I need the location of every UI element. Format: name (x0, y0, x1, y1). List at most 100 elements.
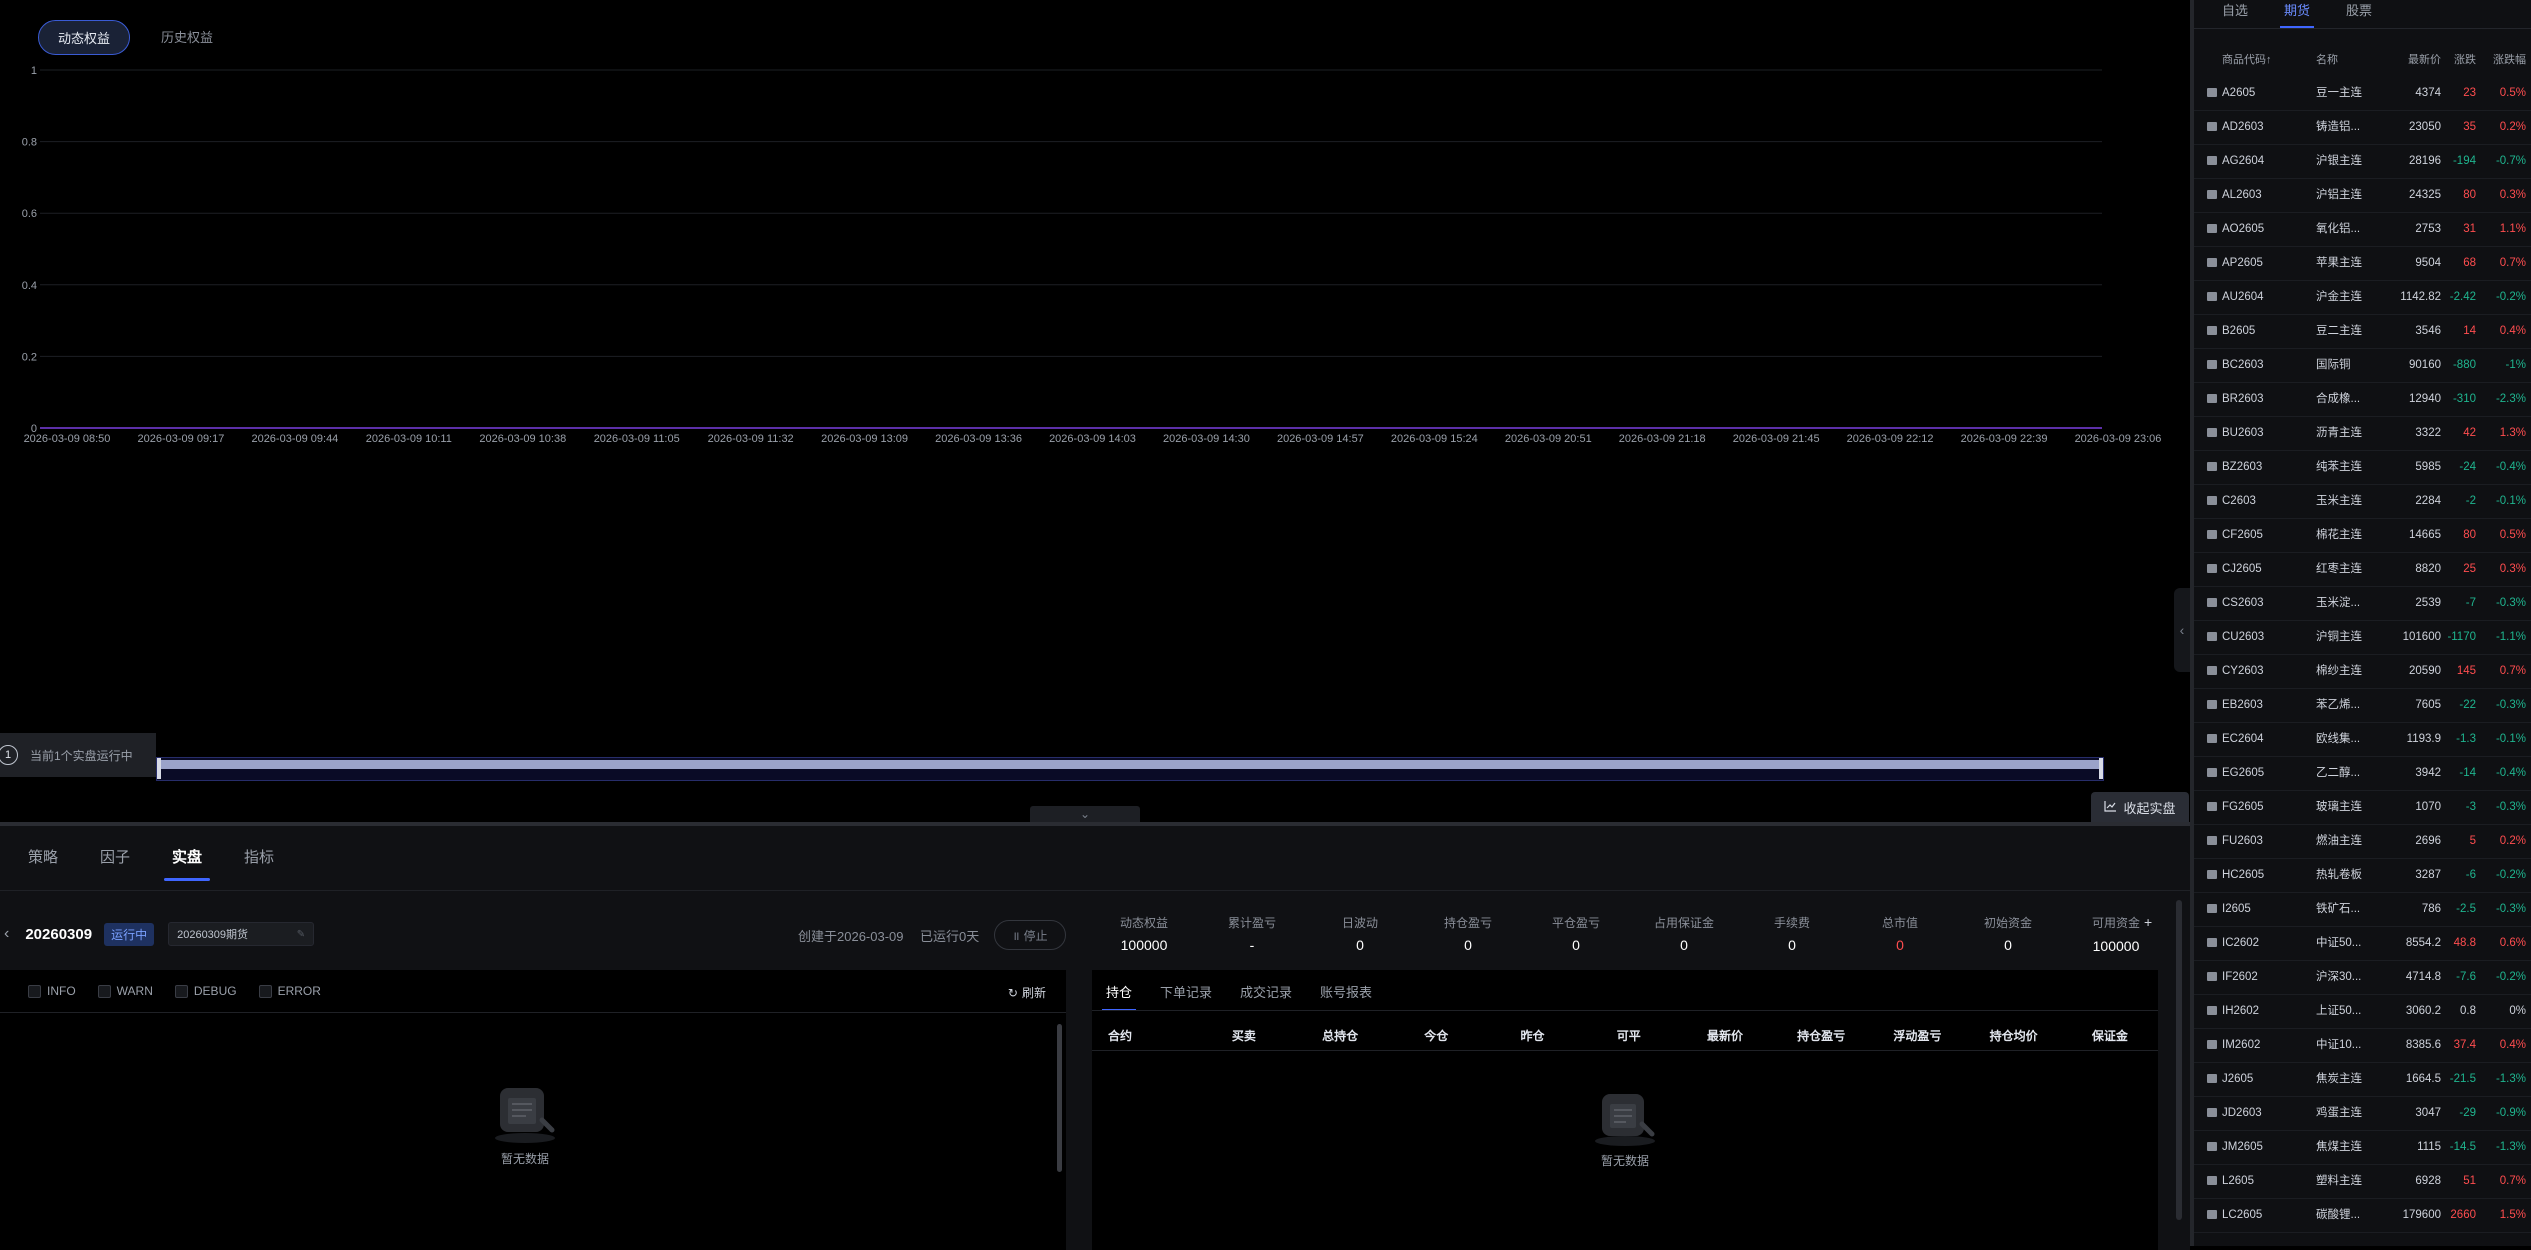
header-change[interactable]: 涨跌 (2454, 52, 2476, 68)
quote-row[interactable]: A2605 豆一主连 4374 23 0.5% (2194, 76, 2531, 111)
quote-row[interactable]: BR2603 合成橡... 12940 -310 -2.3% (2194, 382, 2531, 417)
quote-row[interactable]: CF2605 棉花主连 14665 80 0.5% (2194, 518, 2531, 553)
quote-row[interactable]: AG2604 沪银主连 28196 -194 -0.7% (2194, 144, 2531, 179)
column-header[interactable]: 保证金 (2062, 1027, 2158, 1044)
column-header[interactable]: 持仓均价 (1966, 1027, 2062, 1044)
bookmark-icon[interactable] (2207, 258, 2217, 267)
column-header[interactable]: 浮动盈亏 (1869, 1027, 1965, 1044)
quote-row[interactable]: CY2603 棉纱主连 20590 145 0.7% (2194, 654, 2531, 689)
bookmark-icon[interactable] (2207, 836, 2217, 845)
quote-row[interactable]: L2605 塑料主连 6928 51 0.7% (2194, 1164, 2531, 1199)
header-name[interactable]: 名称 (2316, 52, 2338, 68)
bookmark-icon[interactable] (2207, 802, 2217, 811)
add-funds-icon[interactable]: + (2144, 914, 2152, 930)
bookmark-icon[interactable] (2207, 428, 2217, 437)
quote-row[interactable]: C2603 玉米主连 2284 -2 -0.1% (2194, 484, 2531, 519)
quote-row[interactable]: J2605 焦炭主连 1664.5 -21.5 -1.3% (2194, 1062, 2531, 1097)
checkbox-icon[interactable] (97, 984, 111, 998)
bookmark-icon[interactable] (2207, 1108, 2217, 1117)
bookmark-icon[interactable] (2207, 598, 2217, 607)
quote-row[interactable]: IM2602 中证10... 8385.6 37.4 0.4% (2194, 1028, 2531, 1063)
bookmark-icon[interactable] (2207, 224, 2217, 233)
tab-futures[interactable]: 期货 (2280, 0, 2315, 28)
bookmark-icon[interactable] (2207, 938, 2217, 947)
bookmark-icon[interactable] (2207, 1176, 2217, 1185)
column-header[interactable]: 持仓盈亏 (1773, 1027, 1869, 1044)
quote-row[interactable]: AO2605 氧化铝... 2753 31 1.1% (2194, 212, 2531, 247)
filter-warn[interactable]: WARN (97, 984, 153, 998)
quote-row[interactable]: EC2604 欧线集... 1193.9 -1.3 -0.1% (2194, 722, 2531, 757)
tab-holdings[interactable]: 持仓 (1101, 982, 1137, 1011)
filter-info[interactable]: INFO (28, 984, 76, 998)
chevron-left-icon[interactable]: ‹ (4, 925, 9, 943)
quote-row[interactable]: AP2605 苹果主连 9504 68 0.7% (2194, 246, 2531, 281)
quotes-panel-collapse-icon[interactable]: ‹ (2174, 588, 2190, 672)
refresh-button[interactable]: ↻ 刷新 (1008, 984, 1046, 1001)
checkbox-icon[interactable] (28, 984, 41, 998)
quote-row[interactable]: CU2603 沪铜主连 101600 -1170 -1.1% (2194, 620, 2531, 655)
tab-orders[interactable]: 下单记录 (1160, 982, 1212, 1011)
bookmark-icon[interactable] (2207, 122, 2217, 131)
bookmark-icon[interactable] (2207, 88, 2217, 97)
bookmark-icon[interactable] (2207, 734, 2217, 743)
bookmark-icon[interactable] (2207, 190, 2217, 199)
checkbox-icon[interactable] (258, 984, 272, 998)
quote-row[interactable]: IF2602 沪深30... 4714.8 -7.6 -0.2% (2194, 960, 2531, 995)
edit-icon[interactable]: ✎ (297, 929, 305, 940)
quote-row[interactable]: CS2603 玉米淀... 2539 -7 -0.3% (2194, 586, 2531, 621)
tab-history-equity[interactable]: 历史权益 (142, 20, 232, 55)
quote-row[interactable]: B2605 豆二主连 3546 14 0.4% (2194, 314, 2531, 349)
column-header[interactable]: 总持仓 (1292, 1027, 1388, 1044)
stop-button[interactable]: ॥ 停止 (994, 920, 1066, 950)
collapse-live-button[interactable]: 收起实盘 (2091, 792, 2189, 822)
bookmark-icon[interactable] (2207, 700, 2217, 709)
bookmark-icon[interactable] (2207, 156, 2217, 165)
bookmark-icon[interactable] (2207, 870, 2217, 879)
column-header[interactable]: 买卖 (1196, 1027, 1292, 1044)
column-header[interactable]: 最新价 (1677, 1027, 1773, 1044)
bookmark-icon[interactable] (2207, 972, 2217, 981)
bookmark-icon[interactable] (2207, 360, 2217, 369)
quote-row[interactable]: EB2603 苯乙烯... 7605 -22 -0.3% (2194, 688, 2531, 723)
quote-row[interactable]: EG2605 乙二醇... 3942 -14 -0.4% (2194, 756, 2531, 791)
quote-row[interactable]: LC2605 碳酸锂... 179600 2660 1.5% (2194, 1198, 2531, 1233)
header-code[interactable]: 商品代码↑ (2222, 52, 2272, 68)
bookmark-icon[interactable] (2207, 632, 2217, 641)
bookmark-icon[interactable] (2207, 904, 2217, 913)
column-header[interactable]: 合约 (1092, 1027, 1196, 1044)
header-price[interactable]: 最新价 (2408, 52, 2441, 68)
column-header[interactable]: 昨仓 (1484, 1027, 1580, 1044)
column-header[interactable]: 今仓 (1388, 1027, 1484, 1044)
bookmark-icon[interactable] (2207, 292, 2217, 301)
quote-row[interactable]: AL2603 沪铝主连 24325 80 0.3% (2194, 178, 2531, 213)
tab-trades[interactable]: 成交记录 (1240, 982, 1292, 1011)
quote-row[interactable]: FU2603 燃油主连 2696 5 0.2% (2194, 824, 2531, 859)
tab-strategy[interactable]: 策略 (28, 846, 58, 881)
bookmark-icon[interactable] (2207, 1074, 2217, 1083)
filter-error[interactable]: ERROR (258, 984, 321, 998)
chart-range-slider[interactable] (156, 757, 2104, 781)
quote-row[interactable]: AU2604 沪金主连 1142.82 -2.42 -0.2% (2194, 280, 2531, 315)
tab-account-report[interactable]: 账号报表 (1320, 982, 1372, 1011)
bookmark-icon[interactable] (2207, 1006, 2217, 1015)
bookmark-icon[interactable] (2207, 326, 2217, 335)
strategy-name-field[interactable]: 20260309期货 ✎ (168, 922, 315, 946)
filter-debug[interactable]: DEBUG (174, 984, 237, 998)
quote-row[interactable]: I2605 铁矿石... 786 -2.5 -0.3% (2194, 892, 2531, 927)
range-slider-track[interactable] (157, 760, 2103, 769)
bookmark-icon[interactable] (2207, 530, 2217, 539)
bookmark-icon[interactable] (2207, 1142, 2217, 1151)
quote-row[interactable]: BU2603 沥青主连 3322 42 1.3% (2194, 416, 2531, 451)
quote-row[interactable]: IC2602 中证50... 8554.2 48.8 0.6% (2194, 926, 2531, 961)
tab-factor[interactable]: 因子 (100, 846, 130, 881)
quote-row[interactable]: JD2603 鸡蛋主连 3047 -29 -0.9% (2194, 1096, 2531, 1131)
quote-row[interactable]: JM2605 焦煤主连 1115 -14.5 -1.3% (2194, 1130, 2531, 1165)
range-slider-right-handle[interactable] (2099, 758, 2103, 779)
bookmark-icon[interactable] (2207, 1210, 2217, 1219)
running-count-tag[interactable]: 1 当前1个实盘运行中 (0, 733, 156, 777)
quote-row[interactable]: CJ2605 红枣主连 8820 25 0.3% (2194, 552, 2531, 587)
quote-row[interactable]: HC2605 热轧卷板 3287 -6 -0.2% (2194, 858, 2531, 893)
chevron-down-icon[interactable]: ⌄ (1030, 806, 1140, 822)
quote-row[interactable]: FG2605 玻璃主连 1070 -3 -0.3% (2194, 790, 2531, 825)
tab-dynamic-equity[interactable]: 动态权益 (38, 20, 131, 55)
